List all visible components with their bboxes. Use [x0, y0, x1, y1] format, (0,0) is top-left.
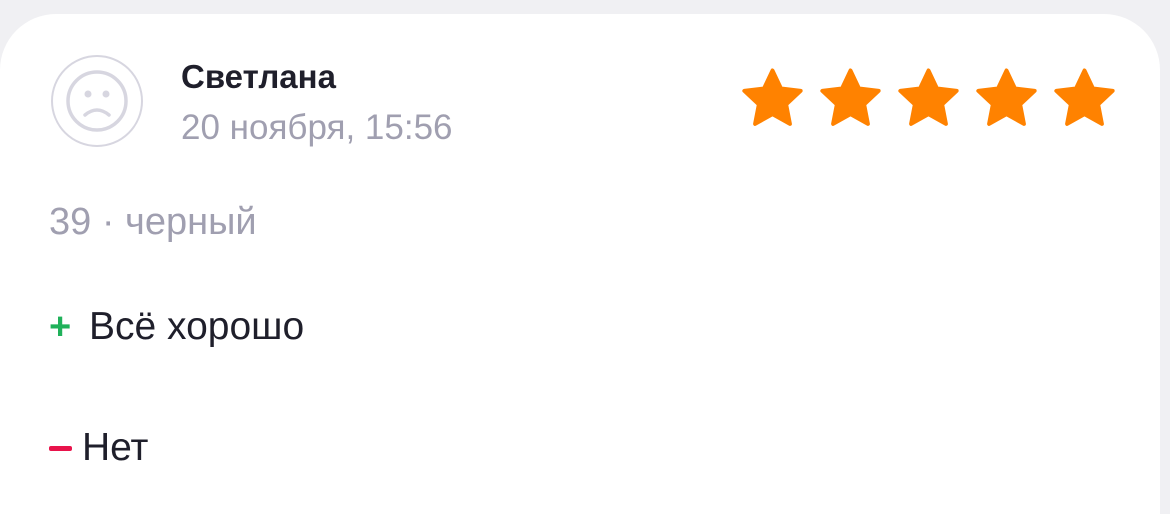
author-name: Светлана [181, 58, 336, 95]
star-icon [742, 68, 803, 126]
product-variant: 39 · черный [49, 201, 257, 243]
review-card: Светлана 20 ноября, 15:56 39 · черный + … [0, 14, 1160, 514]
cons-section: Нет [49, 426, 148, 470]
plus-icon: + [49, 305, 72, 348]
cons-text: Нет [82, 426, 149, 469]
star-icon [1054, 68, 1115, 126]
star-icon [820, 68, 881, 126]
avatar [50, 54, 144, 148]
review-date: 20 ноября, 15:56 [181, 108, 453, 147]
star-rating [739, 66, 1118, 133]
star-icon [976, 68, 1037, 126]
pros-section: + Всё хорошо [49, 305, 304, 349]
minus-icon [49, 445, 72, 451]
star-icon [898, 68, 959, 126]
sad-face-icon [50, 54, 144, 148]
pros-text: Всё хорошо [89, 305, 305, 348]
